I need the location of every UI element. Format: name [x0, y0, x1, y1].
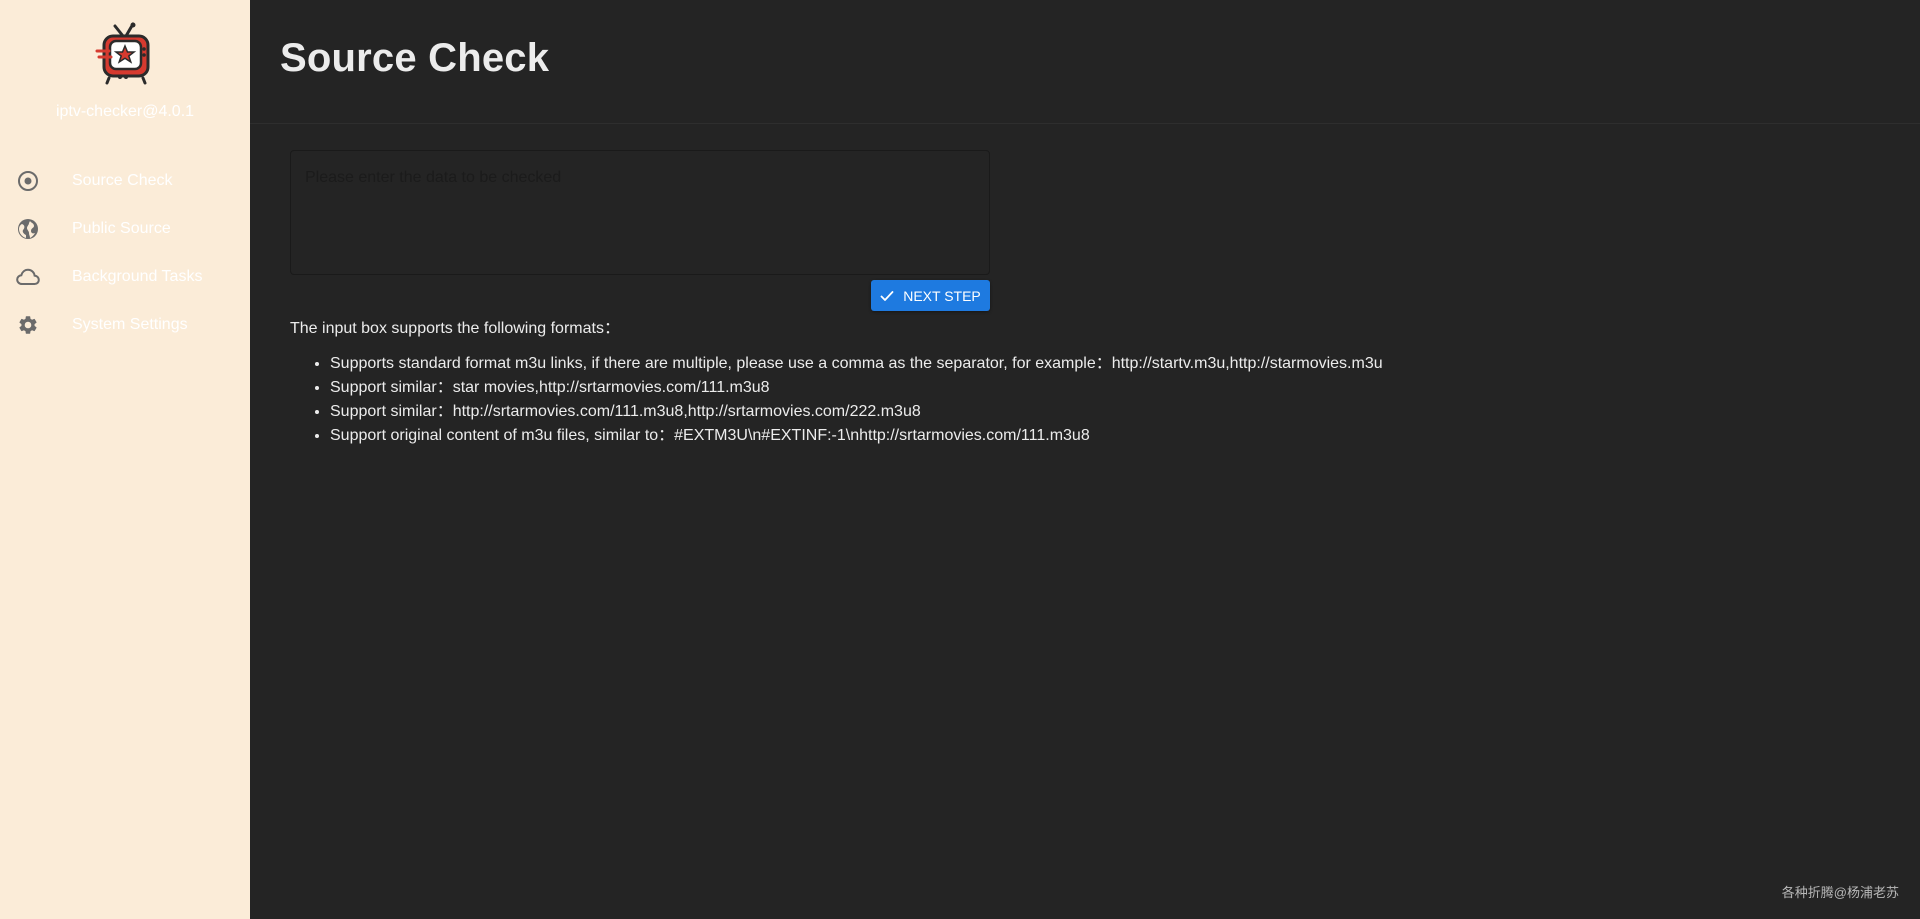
list-item: Support original content of m3u files, s…: [330, 424, 1383, 448]
sidebar-item-background-tasks[interactable]: Background Tasks: [0, 253, 250, 301]
radio-target-icon: [16, 169, 40, 193]
list-item: Support similar：star movies,http://srtar…: [330, 376, 1383, 400]
formats-list: Supports standard format m3u links, if t…: [330, 352, 1383, 448]
sidebar-item-label: Background Tasks: [72, 268, 203, 285]
sidebar-item-label: Source Check: [72, 172, 173, 189]
sidebar: iptv-checker@4.0.1 Source Check Public S…: [0, 0, 250, 919]
sidebar-nav: Source Check Public Source Background Ta…: [0, 157, 250, 349]
sidebar-item-public-source[interactable]: Public Source: [0, 205, 250, 253]
gear-icon: [16, 313, 40, 337]
page-title: Source Check: [280, 36, 550, 80]
source-data-input[interactable]: [290, 150, 990, 275]
formats-heading: The input box supports the following for…: [290, 320, 620, 337]
sidebar-item-source-check[interactable]: Source Check: [0, 157, 250, 205]
sidebar-item-label: System Settings: [72, 316, 188, 333]
next-step-label: NEXT STEP: [903, 287, 981, 304]
page-header: Source Check: [250, 0, 1920, 124]
watermark: 各种折腾@杨浦老苏: [1781, 885, 1899, 900]
app-version-label: iptv-checker@4.0.1: [55, 103, 195, 120]
sidebar-item-system-settings[interactable]: System Settings: [0, 301, 250, 349]
sidebar-item-label: Public Source: [72, 220, 171, 237]
list-item: Support similar：http://srtarmovies.com/1…: [330, 400, 1383, 424]
list-item: Supports standard format m3u links, if t…: [330, 352, 1383, 376]
retro-tv-star-icon[interactable]: [93, 22, 157, 86]
next-step-button[interactable]: NEXT STEP: [871, 280, 990, 311]
globe-icon: [16, 217, 40, 241]
check-icon: [880, 290, 894, 302]
cloud-icon: [16, 265, 40, 289]
